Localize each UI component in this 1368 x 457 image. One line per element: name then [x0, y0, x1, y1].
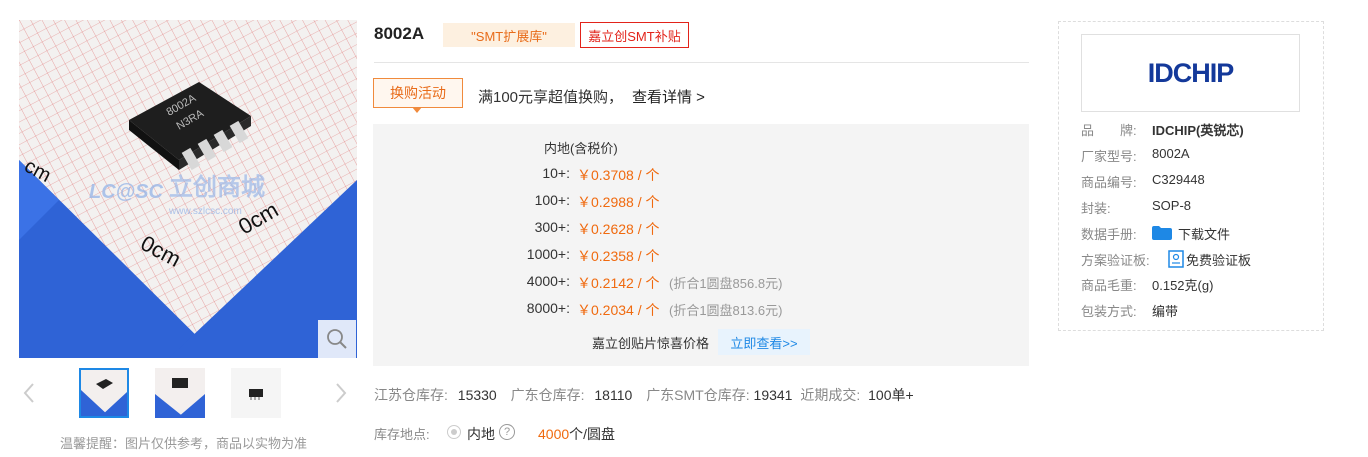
divider	[374, 62, 1029, 63]
price-tier-price: ￥0.3708 / 个	[577, 167, 660, 183]
price-tier-qty: 8000+:	[526, 300, 570, 316]
chip-photo: 8002A N3RA 0cm 0cm cm LC@SC 立创商城 www.szl…	[19, 20, 357, 358]
stock-js-label: 江苏仓库存:	[374, 387, 448, 403]
stock-gd-label: 广东仓库存:	[510, 387, 585, 403]
stock-location-label: 库存地点:	[374, 427, 430, 442]
spec-key: 商品编号:	[1081, 175, 1137, 190]
spec-key: 封装:	[1081, 201, 1111, 216]
recent-deals-value: 100单+	[868, 387, 914, 403]
help-icon[interactable]: ?	[499, 424, 515, 440]
price-panel	[373, 124, 1029, 366]
stock-js-value: 15330	[457, 387, 497, 403]
spec-row-weight: 商品毛重: 0.152克(g)	[1081, 275, 1321, 295]
stock-smt-value: 19341	[753, 387, 793, 403]
svg-text:LC@SC: LC@SC	[89, 181, 164, 203]
reel-quantity-unit: 个/圆盘	[569, 426, 616, 442]
thumbnail-3[interactable]	[231, 368, 281, 418]
spec-row-package: 封装: SOP-8	[1081, 198, 1321, 218]
spec-value: C329448	[1152, 172, 1205, 187]
price-tier-price: ￥0.2988 / 个	[577, 194, 660, 210]
brand-logo[interactable]: IDCHIP	[1081, 34, 1300, 112]
thumbnail-2[interactable]	[155, 368, 205, 418]
price-tier-note: (折合1圆盘856.8元)	[669, 276, 783, 291]
price-tier-price: ￥0.2034 / 个	[577, 302, 660, 318]
view-now-button[interactable]: 立即查看>>	[718, 329, 810, 355]
spec-key: 包装方式:	[1081, 304, 1137, 319]
promo-text: 满100元享超值换购，	[478, 89, 624, 106]
smt-extension-tag: "SMT扩展库"	[443, 23, 575, 47]
price-tier: 8000+: ￥0.2034 / 个 (折合1圆盘813.6元)	[470, 300, 870, 320]
location-value: 内地	[467, 426, 495, 442]
folder-icon	[1152, 226, 1172, 240]
price-tier: 10+: ￥0.3708 / 个	[470, 165, 870, 185]
spec-key: 商品毛重:	[1081, 278, 1137, 293]
price-tier: 100+: ￥0.2988 / 个	[470, 192, 870, 212]
promo-details-link[interactable]: 查看详情 >	[632, 86, 705, 107]
chevron-right-icon	[336, 383, 347, 403]
product-title: 8002A	[374, 24, 425, 43]
price-tier-qty: 10+:	[542, 165, 570, 181]
image-disclaimer: 温馨提醒：图片仅供参考，商品以实物为准	[60, 436, 308, 451]
price-tier-price: ￥0.2142 / 个	[577, 275, 660, 291]
thumbnail-image	[231, 368, 281, 418]
price-tier: 4000+: ￥0.2142 / 个 (折合1圆盘856.8元)	[470, 273, 870, 293]
price-tier-price: ￥0.2358 / 个	[577, 248, 660, 264]
svg-text:www.szlcsc.com: www.szlcsc.com	[168, 206, 242, 217]
location-radio[interactable]	[447, 425, 461, 439]
spec-row-packing: 包装方式: 编带	[1081, 301, 1321, 321]
spec-value: 8002A	[1152, 146, 1190, 161]
product-main-image[interactable]: 8002A N3RA 0cm 0cm cm LC@SC 立创商城 www.szl…	[19, 20, 357, 358]
price-header: 内地(含税价)	[544, 141, 618, 156]
price-tier-qty: 1000+:	[526, 246, 570, 262]
price-tier: 300+: ￥0.2628 / 个	[470, 219, 870, 239]
thumbnail-1[interactable]	[79, 368, 129, 418]
brand-logo-text: IDCHIP	[1147, 57, 1235, 88]
price-tier-qty: 100+:	[534, 192, 570, 208]
smt-subsidy-tag[interactable]: 嘉立创SMT补贴	[580, 22, 689, 48]
prev-thumbnail-button[interactable]	[19, 378, 39, 408]
recent-deals-label: 近期成交:	[800, 387, 861, 403]
spec-key: 方案验证板:	[1081, 253, 1150, 268]
spec-row-eval-board: 方案验证板: 免费验证板	[1081, 250, 1321, 270]
zoom-button[interactable]	[318, 320, 356, 358]
price-tier: 1000+: ￥0.2358 / 个	[470, 246, 870, 266]
stock-gd-value: 18110	[594, 387, 633, 403]
spec-row-datasheet: 数据手册: 下载文件	[1081, 224, 1321, 244]
reel-quantity-number: 4000	[538, 426, 570, 442]
search-icon	[327, 329, 347, 349]
spec-key: 数据手册:	[1081, 227, 1137, 242]
spec-value: 编带	[1152, 304, 1179, 319]
svg-text:立创商城: 立创商城	[169, 173, 265, 201]
thumbnail-strip	[19, 368, 357, 420]
board-icon	[1168, 250, 1184, 268]
smt-surprise-price-text: 嘉立创贴片惊喜价格	[592, 336, 710, 351]
spec-key: 厂家型号:	[1081, 149, 1137, 164]
reel-quantity: 4000个/圆盘	[538, 424, 615, 444]
thumbnail-image	[81, 370, 127, 416]
price-tier-note: (折合1圆盘813.6元)	[669, 303, 783, 318]
price-tier-price: ￥0.2628 / 个	[577, 221, 660, 237]
spec-value: 0.152克(g)	[1152, 278, 1214, 293]
promo-tag: 换购活动	[373, 78, 463, 113]
eval-board-link[interactable]: 免费验证板	[1186, 250, 1251, 269]
spec-value[interactable]: IDCHIP(英锐芯)	[1152, 120, 1244, 139]
price-tier-qty: 4000+:	[526, 273, 570, 289]
spec-row-brand: 品 牌: IDCHIP(英锐芯)	[1081, 120, 1321, 140]
stock-info: 江苏仓库存: 15330 广东仓库存: 18110 广东SMT仓库存: 1934…	[374, 385, 914, 405]
spec-row-model: 厂家型号: 8002A	[1081, 146, 1321, 166]
chevron-left-icon	[23, 383, 34, 403]
thumbnail-image	[155, 368, 205, 418]
price-tier-qty: 300+:	[534, 219, 570, 235]
next-thumbnail-button[interactable]	[331, 378, 351, 408]
spec-key: 品 牌:	[1081, 123, 1137, 138]
spec-value: SOP-8	[1152, 198, 1192, 213]
spec-row-code: 商品编号: C329448	[1081, 172, 1321, 192]
stock-smt-label: 广东SMT仓库存:	[646, 387, 750, 403]
datasheet-download-link[interactable]: 下载文件	[1178, 224, 1230, 243]
